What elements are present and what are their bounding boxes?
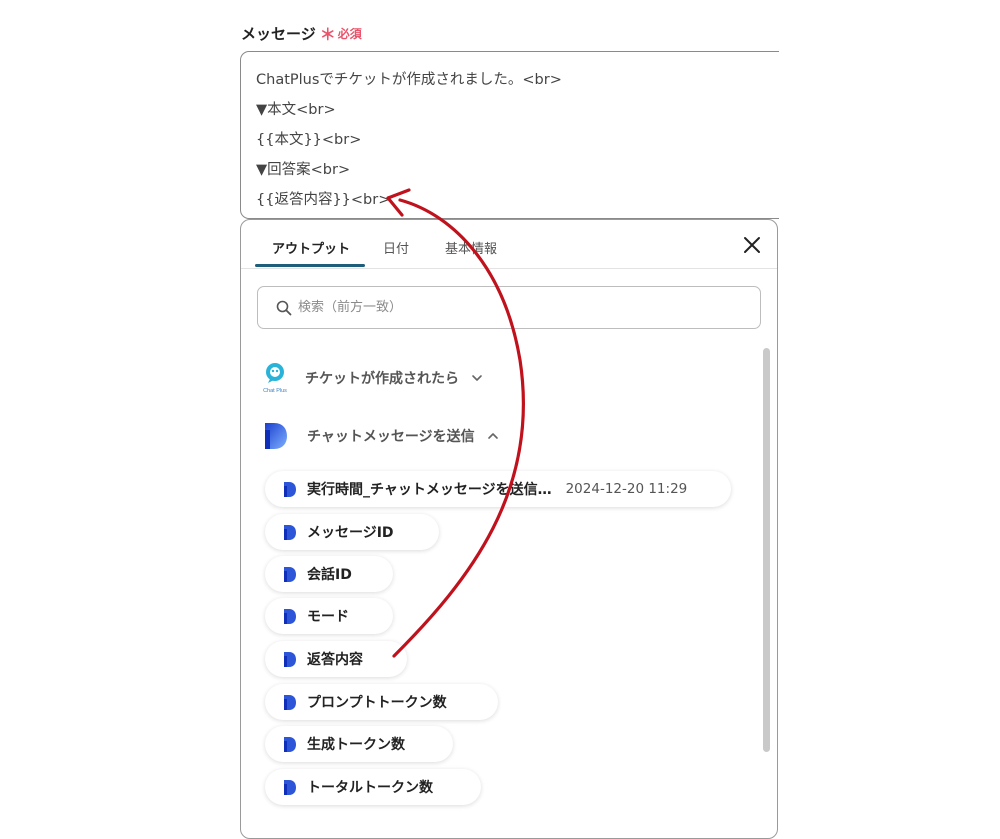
message-line: ▼回答案<br>: [256, 162, 351, 178]
output-item-label: プロンプトトークン数: [307, 695, 447, 711]
chevron-up-icon: [487, 433, 498, 439]
chatplus-logo-icon: Chat Plus: [263, 363, 287, 394]
required-mark: ＊: [319, 25, 336, 44]
output-item[interactable]: メッセージID: [265, 514, 439, 550]
yoom-logo-icon: [284, 608, 296, 624]
scrollbar-thumb[interactable]: [763, 348, 770, 752]
active-tab-indicator: [255, 264, 365, 267]
tab-bar: アウトプット 日付 基本情報: [241, 220, 777, 269]
required-text: 必須: [337, 26, 362, 41]
search-icon: [276, 300, 292, 315]
output-item-label: 生成トークン数: [307, 737, 405, 753]
tab-output[interactable]: アウトプット: [272, 238, 350, 257]
tab-date[interactable]: 日付: [383, 238, 409, 257]
message-line: {{本文}}<br>: [256, 132, 362, 148]
message-line: ChatPlusでチケットが作成されました。<br>: [256, 72, 562, 88]
output-item-label: モード: [307, 609, 349, 625]
output-item-label: 会話ID: [307, 567, 352, 583]
section-title: チャットメッセージを送信: [307, 429, 475, 445]
output-item[interactable]: 返答内容: [265, 641, 407, 677]
section-title: チケットが作成されたら: [305, 371, 459, 387]
yoom-logo-icon: [284, 651, 296, 667]
output-item[interactable]: トータルトークン数: [265, 769, 481, 805]
tab-basic-info[interactable]: 基本情報: [445, 238, 497, 257]
message-field-label: メッセージ ＊ 必須: [241, 21, 362, 45]
output-item-label: トータルトークン数: [307, 780, 433, 796]
scrollbar[interactable]: [761, 348, 771, 838]
right-blank-area: [779, 40, 1000, 817]
yoom-logo-icon: [284, 779, 296, 795]
field-label-text: メッセージ: [241, 24, 316, 43]
message-line: {{返答内容}}<br>: [256, 192, 391, 208]
output-item[interactable]: 生成トークン数: [265, 726, 453, 762]
output-item-value: 2024-12-20 11:29: [565, 481, 688, 497]
output-item[interactable]: 会話ID: [265, 556, 393, 592]
section-send-chat-message[interactable]: チャットメッセージを送信: [263, 422, 499, 450]
output-item-label: 実行時間_チャットメッセージを送信…: [307, 482, 552, 498]
yoom-logo-icon: [284, 566, 296, 582]
output-item[interactable]: プロンプトトークン数: [265, 684, 498, 720]
section-chatplus-trigger[interactable]: Chat Plus チケットが作成されたら: [259, 361, 483, 395]
output-item[interactable]: モード: [265, 598, 393, 634]
chatplus-logo-text: Chat Plus: [263, 388, 287, 394]
yoom-logo-icon: [284, 524, 296, 540]
yoom-logo-icon: [284, 694, 296, 710]
yoom-logo-icon: [284, 736, 296, 752]
message-textarea[interactable]: ChatPlusでチケットが作成されました。<br> ▼本文<br> {{本文}…: [240, 51, 800, 219]
output-item-label: メッセージID: [307, 525, 394, 541]
message-line: ▼本文<br>: [256, 102, 336, 118]
yoom-logo-icon: [265, 423, 287, 449]
output-item-label: 返答内容: [307, 652, 363, 668]
close-icon[interactable]: [741, 234, 763, 256]
chevron-down-icon: [472, 375, 482, 381]
search-box[interactable]: [257, 286, 761, 329]
output-picker-panel: アウトプット 日付 基本情報 Chat Plus チケットが作成されたら: [240, 219, 778, 839]
search-input[interactable]: [296, 299, 740, 316]
output-item[interactable]: 実行時間_チャットメッセージを送信… 2024-12-20 11:29: [265, 471, 731, 507]
yoom-logo-icon: [284, 481, 296, 497]
